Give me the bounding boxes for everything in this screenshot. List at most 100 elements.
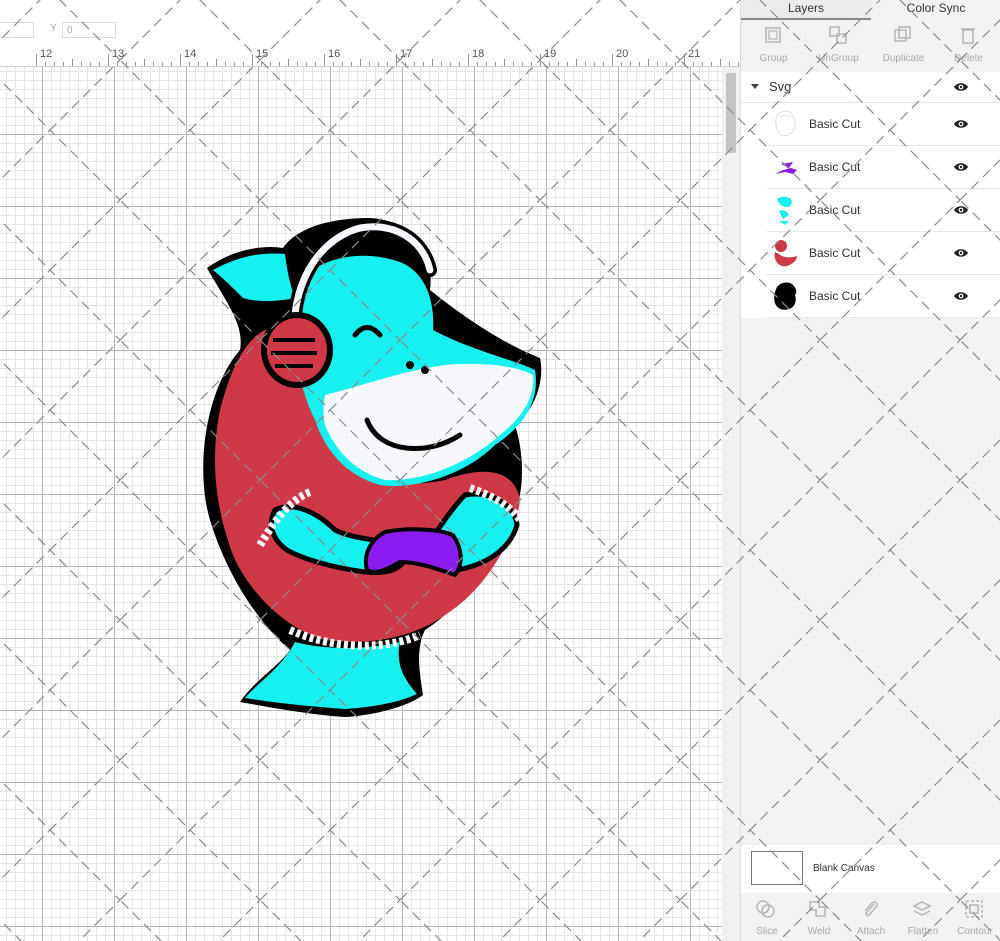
- y-position-label: Y: [50, 23, 57, 34]
- bottom-toolbar: Slice Weld Attach Flatten Contour: [741, 893, 1000, 941]
- ruler-tick: [360, 59, 361, 66]
- ruler-tick: [405, 62, 406, 66]
- group-icon: [765, 27, 781, 43]
- ruler-tick: [369, 62, 370, 66]
- flatten-icon: [912, 901, 932, 916]
- eye-icon[interactable]: [953, 81, 969, 93]
- layer-group-label: Svg: [769, 79, 792, 94]
- ruler-tick: [459, 62, 460, 66]
- layer-thumbnail: [774, 282, 797, 310]
- slice-label: Slice: [756, 926, 778, 937]
- ruler-tick: [126, 62, 127, 66]
- ruler-tick: [576, 59, 577, 66]
- eye-icon[interactable]: [953, 161, 969, 173]
- ruler-tick: [63, 62, 64, 66]
- duplicate-label: Duplicate: [882, 53, 925, 64]
- delete-icon: [961, 28, 975, 44]
- ruler-tick: [540, 54, 541, 66]
- x-position-input[interactable]: [0, 22, 34, 38]
- ruler-tick: [648, 59, 649, 66]
- group-label: Group: [759, 53, 788, 64]
- ruler-tick: [351, 62, 352, 66]
- duplicate-button[interactable]: Duplicate: [871, 20, 936, 68]
- layer-group-svg[interactable]: Svg: [741, 72, 1000, 103]
- layer-label: Basic Cut: [809, 160, 861, 174]
- scrollbar-thumb[interactable]: [726, 73, 736, 153]
- ruler-tick: [594, 62, 595, 66]
- eye-icon[interactable]: [953, 204, 969, 216]
- ruler-tick: [495, 62, 496, 66]
- weld-button[interactable]: Weld: [793, 893, 845, 941]
- ruler-tick: [216, 59, 217, 66]
- ruler-tick: [702, 62, 703, 66]
- ruler-tick: [684, 54, 685, 66]
- ruler-tick: [198, 62, 199, 66]
- y-position-input[interactable]: 0: [62, 22, 116, 38]
- contour-icon: [965, 900, 983, 918]
- ruler-mark: 13: [112, 48, 125, 60]
- group-button[interactable]: Group: [741, 20, 806, 68]
- layers-panel: Layers Color Sync Group UnGroup Duplicat…: [740, 0, 1000, 941]
- ruler-tick: [135, 62, 136, 66]
- ruler-tick: [45, 62, 46, 66]
- layer-item-black[interactable]: Basic Cut: [767, 275, 1000, 318]
- ungroup-button[interactable]: UnGroup: [806, 20, 871, 68]
- ruler-tick: [549, 62, 550, 66]
- layer-label: Basic Cut: [809, 203, 861, 217]
- ruler-tick: [729, 62, 730, 66]
- canvas-thumbnail: [751, 851, 803, 885]
- ruler-tick: [72, 59, 73, 66]
- eye-icon[interactable]: [953, 118, 969, 130]
- ruler-tick: [657, 62, 658, 66]
- attach-label: Attach: [856, 926, 886, 937]
- contour-button[interactable]: Contour: [949, 893, 1000, 941]
- vertical-scrollbar[interactable]: [722, 67, 740, 941]
- slice-icon: [756, 900, 775, 918]
- ruler-tick: [243, 62, 244, 66]
- layer-thumbnail: [774, 240, 797, 267]
- caret-down-icon[interactable]: [751, 84, 759, 89]
- ruler-tick: [144, 59, 145, 66]
- duplicate-icon: [894, 26, 911, 42]
- flatten-button[interactable]: Flatten: [897, 893, 949, 941]
- ruler-tick: [207, 62, 208, 66]
- slice-button[interactable]: Slice: [741, 893, 793, 941]
- blank-canvas-row[interactable]: Blank Canvas: [741, 845, 1000, 893]
- ruler-mark: 12: [40, 48, 53, 60]
- eye-icon[interactable]: [953, 247, 969, 259]
- tab-color-sync[interactable]: Color Sync: [871, 0, 1000, 20]
- eye-icon[interactable]: [953, 290, 969, 302]
- weld-icon: [809, 901, 826, 917]
- layer-item-purple[interactable]: Basic Cut: [767, 146, 1000, 189]
- ruler-tick: [99, 62, 100, 66]
- ruler-tick: [423, 62, 424, 66]
- ruler-tick: [522, 62, 523, 66]
- ruler-tick: [477, 62, 478, 66]
- ruler-tick: [441, 62, 442, 66]
- layer-toolbar: Group UnGroup Duplicate Delete: [741, 20, 1000, 68]
- delete-button[interactable]: Delete: [936, 20, 1000, 68]
- layer-label: Basic Cut: [809, 246, 861, 260]
- ruler-tick: [450, 62, 451, 66]
- position-bar: Y 0: [0, 0, 740, 44]
- ruler-tick: [612, 54, 613, 66]
- ruler-tick: [414, 62, 415, 66]
- tab-layers[interactable]: Layers: [741, 0, 871, 20]
- ungroup-label: UnGroup: [818, 53, 859, 64]
- layer-item-white[interactable]: Basic Cut: [767, 103, 1000, 146]
- ruler-tick: [297, 62, 298, 66]
- ruler-tick: [468, 54, 469, 66]
- ruler-tick: [36, 54, 37, 66]
- ruler-tick: [54, 62, 55, 66]
- layer-item-cyan[interactable]: Basic Cut: [767, 189, 1000, 232]
- ruler-tick: [504, 59, 505, 66]
- layer-list: Svg Basic Cut Basic Cut Basic Cut Basic …: [741, 72, 1000, 318]
- layer-item-red[interactable]: Basic Cut: [767, 232, 1000, 275]
- ruler-tick: [513, 62, 514, 66]
- ruler-tick: [324, 54, 325, 66]
- ruler-mark: 16: [328, 48, 341, 60]
- ruler-tick: [567, 62, 568, 66]
- shark-artwork[interactable]: [195, 210, 555, 725]
- ruler-tick: [189, 62, 190, 66]
- attach-button[interactable]: Attach: [845, 893, 897, 941]
